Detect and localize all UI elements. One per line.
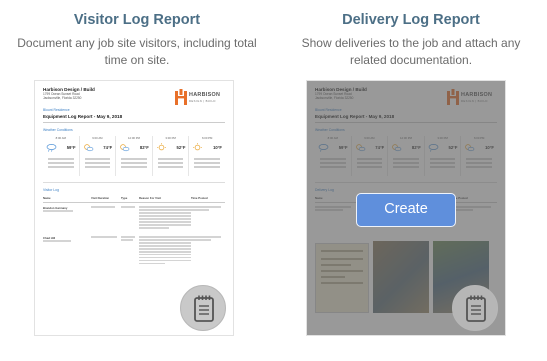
column-header: Name [43, 196, 51, 201]
weather-condition-line [48, 158, 74, 160]
weather-detail-line [194, 166, 220, 168]
weather-condition-line [157, 158, 184, 160]
delivery-log-title: Delivery Log Report [342, 12, 480, 28]
weather-condition-line [121, 158, 147, 160]
weather-cell: 3:00 PM 52°F [153, 136, 190, 177]
weather-condition-line [194, 158, 220, 160]
weather-condition-line [84, 158, 111, 160]
weather-temp: 82°F [139, 145, 149, 151]
notebook-icon-badge [452, 285, 498, 331]
logo-name: HARBISON [189, 92, 221, 98]
notebook-icon-badge [180, 285, 226, 331]
sun-icon [156, 143, 166, 151]
weather-detail-line [121, 162, 147, 164]
create-button[interactable]: Create [356, 193, 456, 227]
weather-cell: 6:00 PM 10°F [189, 136, 225, 176]
sun-cloud-icon [83, 144, 93, 152]
weather-detail-line [157, 162, 184, 164]
logo-mark-icon [175, 89, 187, 105]
column-header: Type [121, 196, 128, 201]
weather-detail-line [121, 166, 147, 168]
logo-subtitle: DESIGN | BUILD [189, 99, 216, 103]
visitor-log-title: Visitor Log Report [73, 12, 201, 28]
delivery-log-description: Show deliveries to the job and attach an… [301, 36, 521, 67]
weather-temp: 59°F [66, 145, 76, 151]
weather-section-title: Weather Conditions [43, 128, 73, 133]
weather-time: 6:00 PM [201, 136, 213, 141]
weather-row: 8:00 AM 59°F 9:00 AM 74°F 12:00 PM 82°F … [43, 136, 225, 184]
project-name: Blount Residence [43, 108, 70, 113]
weather-temp: 52°F [176, 145, 186, 151]
weather-cell: 9:00 AM 74°F [80, 136, 117, 177]
weather-detail-line [48, 162, 74, 164]
notebook-icon [466, 295, 486, 322]
report-title: Equipment Log Report - May 9, 2018 [43, 114, 225, 124]
company-logo: HARBISON DESIGN | BUILD [175, 89, 223, 107]
visitor-table-header: Name Visit Duration Type Reason For Visi… [43, 196, 225, 204]
column-header: Reason For Visit [139, 196, 162, 201]
sun-cloud-icon [120, 144, 130, 152]
table-row: Chad Hill [43, 236, 225, 266]
weather-time: 12:00 PM [127, 136, 140, 141]
visitor-log-description: Document any job site visitors, includin… [17, 36, 257, 67]
weather-detail-line [157, 166, 184, 168]
visitor-log-section-title: Visitor Log [43, 188, 59, 193]
column-header: Visit Duration [91, 196, 110, 201]
visitor-table: Name Visit Duration Type Reason For Visi… [43, 196, 225, 266]
visitor-log-card[interactable]: Visitor Log Report Document any job site… [0, 0, 274, 361]
column-header: Time Posted [191, 196, 208, 201]
weather-time: 8:00 AM [55, 136, 66, 141]
weather-time: 3:00 PM [165, 136, 176, 141]
cloud-rain-icon [46, 144, 57, 153]
weather-detail-line [48, 166, 74, 168]
weather-detail-line [84, 166, 111, 168]
table-row: Brandon Garmany [43, 206, 225, 230]
weather-detail-line [84, 162, 111, 164]
visitor-name: Brandon Garmany [43, 206, 68, 211]
notebook-icon [194, 295, 214, 322]
weather-cell: 8:00 AM 59°F [43, 136, 80, 177]
delivery-log-card[interactable]: Delivery Log Report Show deliveries to t… [274, 0, 547, 361]
weather-detail-line [194, 162, 220, 164]
weather-temp: 10°F [213, 145, 222, 151]
weather-temp: 74°F [103, 145, 113, 151]
weather-cell: 12:00 PM 82°F [116, 136, 153, 177]
weather-time: 9:00 AM [92, 136, 103, 141]
sun-icon [193, 143, 203, 151]
